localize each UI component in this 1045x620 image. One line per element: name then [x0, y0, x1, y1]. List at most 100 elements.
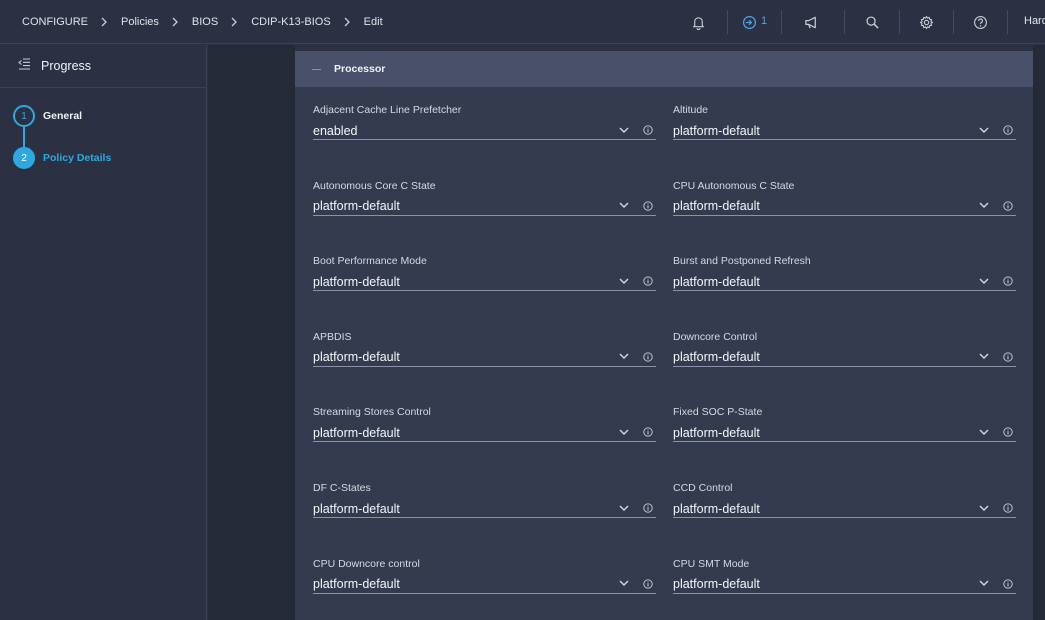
field-cpu-downcore-control: CPU Downcore control platform-default — [313, 558, 656, 594]
chevron-down-icon[interactable] — [979, 427, 989, 437]
info-icon[interactable] — [643, 276, 653, 286]
chevron-right-icon — [343, 17, 351, 27]
login-count[interactable]: 1 — [761, 15, 767, 27]
chevron-down-icon[interactable] — [619, 427, 629, 437]
progress-title: Progress — [41, 59, 92, 73]
step-policy-details[interactable]: 2 Policy Details — [13, 147, 111, 169]
info-icon[interactable] — [643, 578, 653, 589]
field-label: Burst and Postponed Refresh — [673, 255, 811, 268]
collapse-icon[interactable] — [312, 68, 321, 70]
select-value: platform-default — [313, 425, 400, 440]
field-autonomous-core-c-state: Autonomous Core C State platform-default — [313, 180, 656, 216]
field-ccd-control: CCD Control platform-default — [673, 482, 1016, 518]
info-icon[interactable] — [1003, 276, 1013, 286]
chevron-down-icon[interactable] — [619, 125, 629, 135]
select-adjacent-cache-line-prefetcher[interactable]: enabled — [313, 122, 656, 140]
section-title: Processor — [334, 63, 386, 75]
chevron-down-icon[interactable] — [979, 276, 989, 286]
help-icon[interactable] — [971, 13, 989, 31]
select-value: platform-default — [673, 501, 760, 516]
info-icon[interactable] — [643, 503, 653, 513]
chevron-right-icon — [100, 17, 108, 27]
top-bar: CONFIGURE Policies BIOS CDIP-K13-BIOS Ed… — [0, 0, 1045, 44]
breadcrumb-configure[interactable]: CONFIGURE — [22, 16, 88, 28]
chevron-right-icon — [171, 17, 179, 27]
chevron-down-icon[interactable] — [619, 201, 629, 211]
info-icon[interactable] — [1003, 503, 1013, 513]
breadcrumb-edit: Edit — [363, 15, 383, 28]
field-cpu-autonomous-c-state: CPU Autonomous C State platform-default — [673, 180, 1016, 216]
chevron-down-icon[interactable] — [979, 503, 989, 513]
select-value: enabled — [313, 123, 358, 138]
select-apbdis[interactable]: platform-default — [313, 349, 656, 367]
info-icon[interactable] — [1003, 578, 1013, 589]
field-label: Downcore Control — [673, 330, 758, 343]
field-label: Boot Performance Mode — [313, 255, 427, 268]
select-boot-performance-mode[interactable]: platform-default — [313, 273, 656, 292]
gear-icon[interactable] — [917, 13, 935, 31]
info-icon[interactable] — [643, 200, 653, 211]
select-ccd-control[interactable]: platform-default — [673, 500, 1016, 518]
info-icon[interactable] — [1003, 125, 1013, 135]
field-label: APBDIS — [313, 330, 352, 343]
chevron-down-icon[interactable] — [979, 201, 989, 211]
breadcrumb-policies[interactable]: Policies — [121, 16, 159, 28]
select-cpu-smt-mode[interactable]: platform-default — [673, 576, 1016, 594]
step-number: 2 — [13, 147, 35, 169]
select-autonomous-core-c-state[interactable]: platform-default — [313, 198, 656, 216]
breadcrumb-policy-name[interactable]: CDIP-K13-BIOS — [251, 16, 330, 28]
chevron-down-icon[interactable] — [619, 579, 629, 589]
search-icon[interactable] — [863, 13, 881, 31]
select-streaming-stores-control[interactable]: platform-default — [313, 424, 656, 443]
field-label: Fixed SOC P-State — [673, 406, 763, 419]
policy-details-panel: Processor Adjacent Cache Line Prefetcher… — [295, 51, 1033, 620]
chevron-down-icon[interactable] — [619, 276, 629, 286]
field-label: CPU SMT Mode — [673, 557, 750, 570]
progress-header: Progress — [0, 45, 206, 88]
info-icon[interactable] — [1003, 200, 1013, 211]
field-boot-performance-mode: Boot Performance Mode platform-default — [313, 255, 656, 292]
select-value: platform-default — [673, 425, 760, 440]
select-value: platform-default — [313, 577, 400, 592]
select-altitude[interactable]: platform-default — [673, 122, 1016, 140]
step-general[interactable]: 1 General — [13, 105, 82, 127]
select-value: platform-default — [673, 199, 760, 214]
chevron-down-icon[interactable] — [979, 125, 989, 135]
info-icon[interactable] — [643, 427, 653, 438]
info-icon[interactable] — [643, 352, 653, 362]
chevron-right-icon — [230, 17, 238, 27]
section-header-processor[interactable]: Processor — [295, 51, 1033, 87]
info-icon[interactable] — [643, 125, 653, 135]
content-gutter-right — [1033, 45, 1045, 620]
info-icon[interactable] — [1003, 352, 1013, 362]
step-label: Policy Details — [43, 152, 112, 164]
user-name[interactable]: Hard — [1024, 15, 1045, 27]
collapse-panel-icon[interactable] — [18, 57, 31, 75]
breadcrumb-bios[interactable]: BIOS — [192, 16, 218, 28]
select-value: platform-default — [313, 199, 400, 214]
select-downcore-control[interactable]: platform-default — [673, 349, 1016, 367]
chevron-down-icon[interactable] — [619, 503, 629, 513]
login-icon[interactable] — [740, 13, 758, 31]
select-value: platform-default — [673, 123, 760, 138]
field-label: CCD Control — [673, 482, 733, 494]
field-downcore-control: Downcore Control platform-default — [673, 331, 1016, 367]
megaphone-icon[interactable] — [802, 13, 820, 31]
field-label: Streaming Stores Control — [313, 406, 431, 419]
field-df-c-states: DF C-States platform-default — [313, 482, 656, 518]
select-value: platform-default — [313, 350, 400, 365]
select-fixed-soc-p-state[interactable]: platform-default — [673, 424, 1016, 443]
field-cpu-smt-mode: CPU SMT Mode platform-default — [673, 558, 1016, 594]
chevron-down-icon[interactable] — [979, 352, 989, 362]
select-cpu-downcore-control[interactable]: platform-default — [313, 576, 656, 594]
select-df-c-states[interactable]: platform-default — [313, 500, 656, 518]
chevron-down-icon[interactable] — [619, 352, 629, 362]
select-value: platform-default — [673, 274, 760, 289]
select-cpu-autonomous-c-state[interactable]: platform-default — [673, 198, 1016, 216]
chevron-down-icon[interactable] — [979, 579, 989, 589]
bell-icon[interactable] — [689, 13, 707, 31]
field-label: Adjacent Cache Line Prefetcher — [313, 104, 462, 116]
info-icon[interactable] — [1003, 427, 1013, 438]
field-fixed-soc-p-state: Fixed SOC P-State platform-default — [673, 406, 1016, 443]
select-burst-and-postponed-refresh[interactable]: platform-default — [673, 273, 1016, 292]
